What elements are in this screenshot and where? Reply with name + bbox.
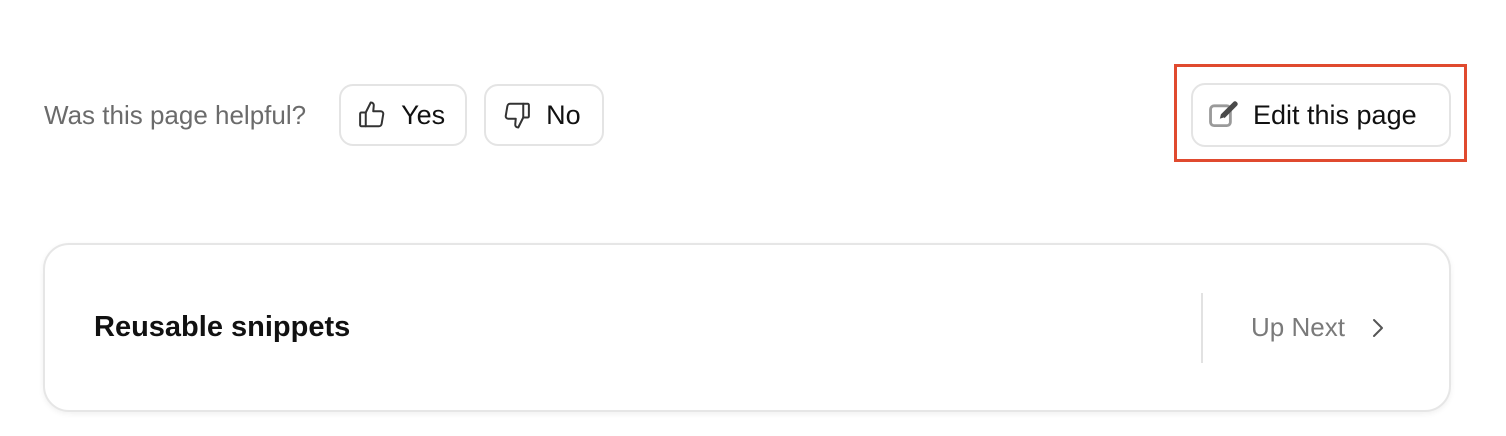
thumbs-down-icon [502,100,532,130]
edit-this-page-label: Edit this page [1253,99,1417,130]
no-button[interactable]: No [484,84,605,146]
yes-label: Yes [401,99,446,130]
next-page-card[interactable]: Reusable snippets Up Next [43,243,1451,412]
edit-this-page-button[interactable]: Edit this page [1191,83,1451,147]
feedback-question: Was this page helpful? [44,99,307,130]
up-next-label: Up Next [1251,312,1345,342]
next-page-title: Reusable snippets [94,311,351,343]
feedback-row: Was this page helpful? Yes No [44,83,605,147]
card-divider [1201,293,1203,363]
chevron-right-icon [1367,317,1389,339]
no-label: No [546,99,581,130]
up-next-link[interactable]: Up Next [1251,245,1389,410]
pencil-square-icon [1207,98,1241,132]
yes-button[interactable]: Yes [339,84,468,146]
thumbs-up-icon [357,100,387,130]
